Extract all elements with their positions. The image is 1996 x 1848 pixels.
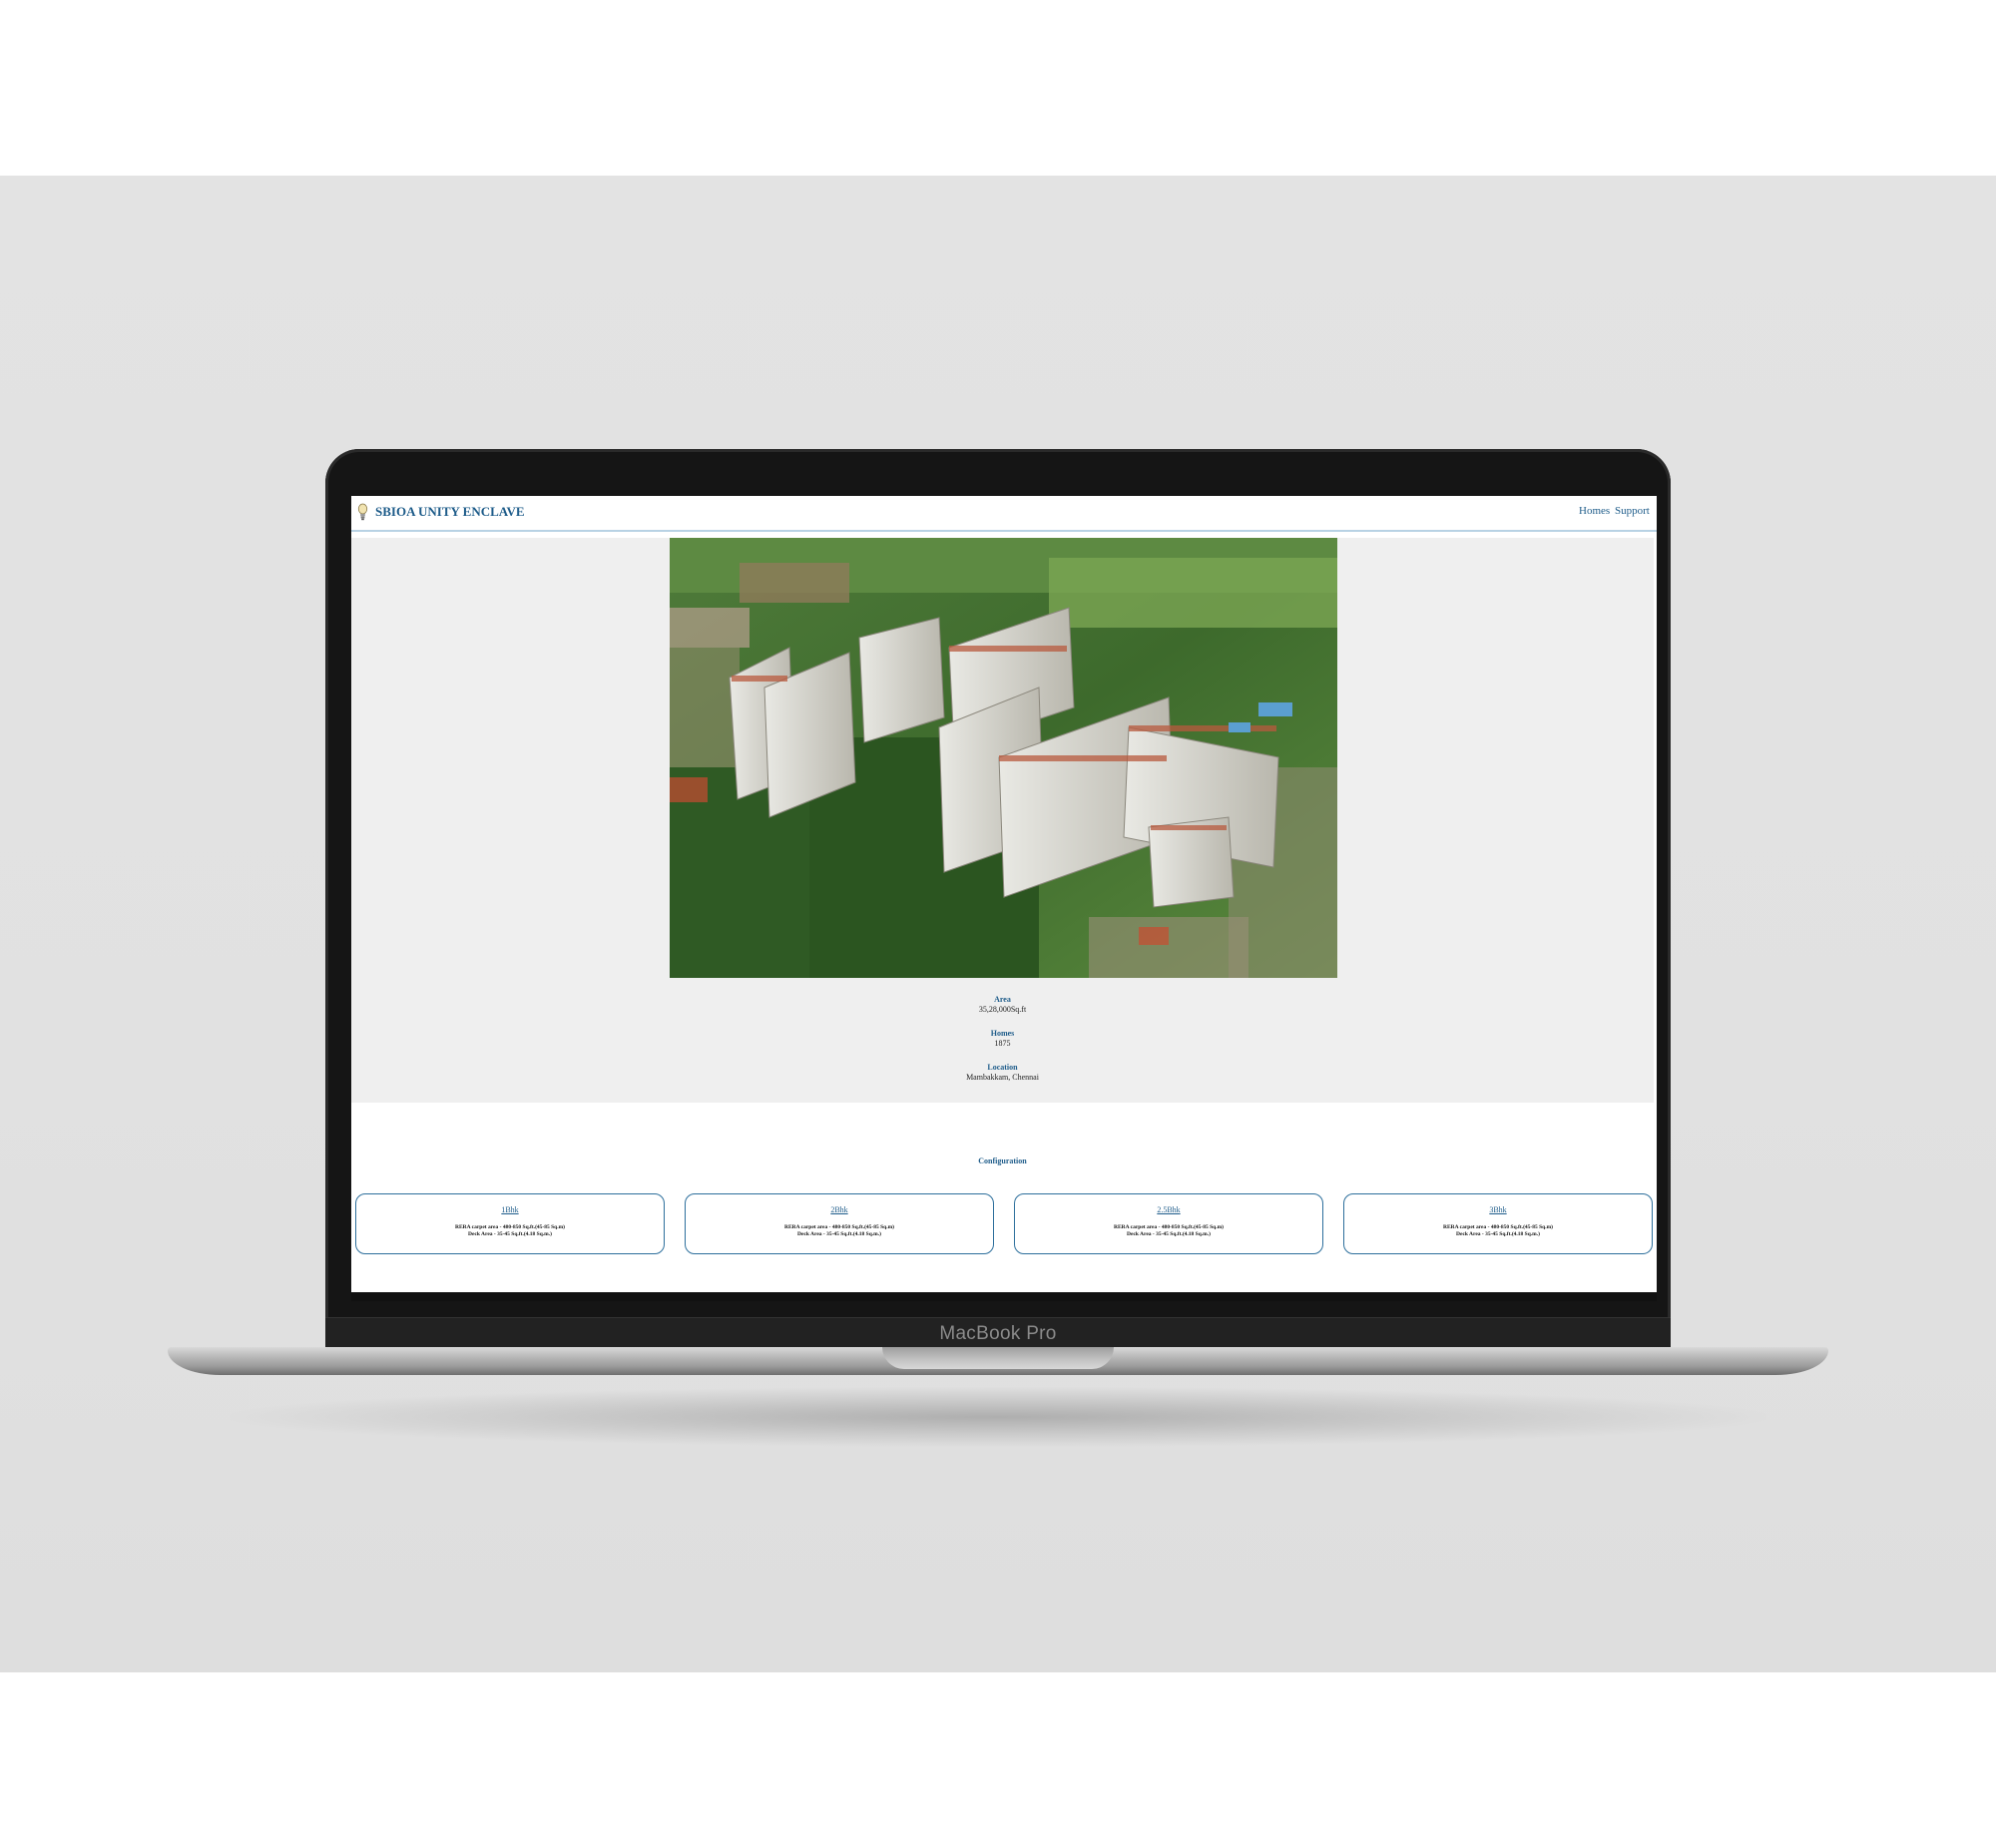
laptop-notch — [882, 1347, 1114, 1369]
card-title[interactable]: 2.5Bhk — [1015, 1205, 1322, 1214]
config-card-2bhk[interactable]: 2Bhk RERA carpet area - 480-850 Sq.ft.(4… — [685, 1193, 994, 1254]
brand-title[interactable]: SBIOA UNITY ENCLAVE — [375, 504, 525, 520]
stat-label-area: Area — [994, 995, 1011, 1004]
stat-label-homes: Homes — [990, 1029, 1015, 1038]
card-deck-area: Deck Area - 35-45 Sq.ft.(4.18 Sq.m.) — [468, 1231, 552, 1237]
navbar: SBIOA UNITY ENCLAVE Homes Support — [351, 496, 1657, 532]
aerial-photo — [670, 538, 1337, 978]
project-stats: Area 35,28,000Sq.ft Homes 1875 Location … — [351, 995, 1654, 1097]
config-card-3bhk[interactable]: 3Bhk RERA carpet area - 480-850 Sq.ft.(4… — [1343, 1193, 1653, 1254]
laptop-shadow — [230, 1387, 1766, 1447]
stat-value-homes: 1875 — [994, 1039, 1011, 1048]
stat-value-location: Mambakkam, Chennai — [966, 1073, 1039, 1082]
config-card-1bhk[interactable]: 1Bhk RERA carpet area - 480-850 Sq.ft.(4… — [355, 1193, 665, 1254]
card-carpet-area: RERA carpet area - 480-850 Sq.ft.(45-85 … — [783, 1224, 895, 1230]
stat-label-location: Location — [987, 1063, 1018, 1072]
laptop-model-label: MacBook Pro — [939, 1323, 1057, 1344]
config-card-2-5bhk[interactable]: 2.5Bhk RERA carpet area - 480-850 Sq.ft.… — [1014, 1193, 1323, 1254]
browser-screen: SBIOA UNITY ENCLAVE Homes Support Area 3… — [351, 496, 1657, 1301]
card-title[interactable]: 2Bhk — [686, 1205, 993, 1214]
card-deck-area: Deck Area - 35-45 Sq.ft.(4.18 Sq.m.) — [797, 1231, 881, 1237]
card-deck-area: Deck Area - 35-45 Sq.ft.(4.18 Sq.m.) — [1456, 1231, 1540, 1237]
hero-section: Area 35,28,000Sq.ft Homes 1875 Location … — [351, 538, 1654, 1103]
nav-link-homes[interactable]: Homes — [1579, 505, 1610, 517]
aerial-photo-graphic — [670, 538, 1337, 978]
screen-bottom-edge — [351, 1292, 1657, 1301]
stat-value-area: 35,28,000Sq.ft — [978, 1005, 1027, 1014]
nav-link-support[interactable]: Support — [1615, 505, 1650, 517]
card-deck-area: Deck Area - 35-45 Sq.ft.(4.18 Sq.m.) — [1127, 1231, 1211, 1237]
card-carpet-area: RERA carpet area - 480-850 Sq.ft.(45-85 … — [1113, 1224, 1225, 1230]
card-title[interactable]: 1Bhk — [356, 1205, 664, 1214]
card-carpet-area: RERA carpet area - 480-850 Sq.ft.(45-85 … — [1442, 1224, 1554, 1230]
card-title[interactable]: 3Bhk — [1344, 1205, 1652, 1214]
card-carpet-area: RERA carpet area - 480-850 Sq.ft.(45-85 … — [454, 1224, 566, 1230]
lightbulb-icon — [357, 503, 368, 521]
configuration-title: Configuration — [978, 1156, 1027, 1165]
